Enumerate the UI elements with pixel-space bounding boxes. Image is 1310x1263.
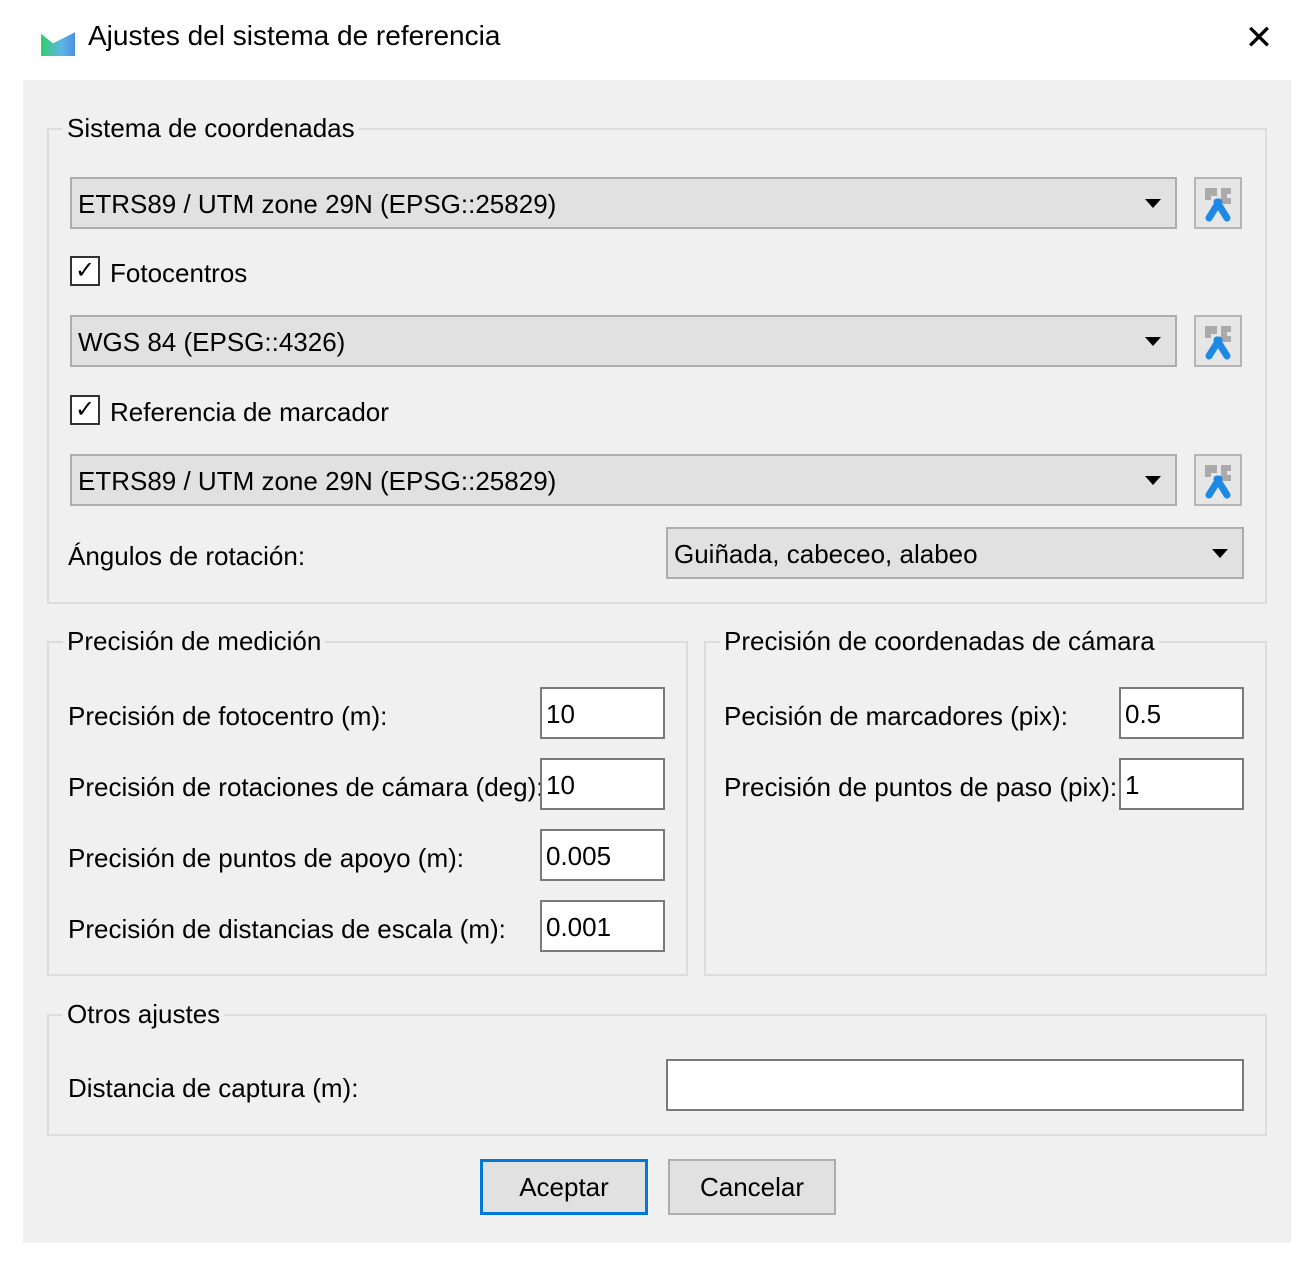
rotation-angles-dropdown[interactable]: Guiñada, cabeceo, alabeo <box>666 527 1244 579</box>
fotocentros-checkbox[interactable]: ✓ <box>70 256 100 286</box>
field-label: Precisión de fotocentro (m): <box>68 701 388 731</box>
capture-distance-label: Distancia de captura (m): <box>68 1073 359 1103</box>
window-title: Ajustes del sistema de referencia <box>88 20 501 51</box>
field-label: Precisión de rotaciones de cámara (deg): <box>68 772 544 802</box>
field-label: Precisión de distancias de escala (m): <box>68 914 506 944</box>
dropdown-value: ETRS89 / UTM zone 29N (EPSG::25829) <box>78 466 557 496</box>
rotation-angles-label: Ángulos de rotación: <box>68 541 306 571</box>
ground-control-precision-input[interactable]: 0.005 <box>540 829 665 881</box>
crs-settings-button[interactable] <box>1194 177 1242 229</box>
group-title: Otros ajustes <box>63 999 225 1030</box>
chevron-down-icon <box>1145 476 1161 485</box>
scale-distance-precision-input[interactable]: 0.001 <box>540 900 665 952</box>
field-label: Pecisión de marcadores (pix): <box>724 701 1068 731</box>
fotocentros-crs-dropdown[interactable]: WGS 84 (EPSG::4326) <box>70 315 1177 367</box>
fotocentros-label: Fotocentros <box>110 258 248 288</box>
group-title: Sistema de coordenadas <box>63 113 359 144</box>
marker-reference-label: Referencia de marcador <box>110 397 389 427</box>
marker-reference-checkbox[interactable]: ✓ <box>70 395 100 425</box>
dropdown-value: Guiñada, cabeceo, alabeo <box>674 539 978 569</box>
group-title: Precisión de medición <box>63 626 326 657</box>
tie-point-precision-input[interactable]: 1 <box>1119 758 1244 810</box>
marker-crs-dropdown[interactable]: ETRS89 / UTM zone 29N (EPSG::25829) <box>70 454 1177 506</box>
tools-icon <box>1205 188 1231 222</box>
dropdown-value: WGS 84 (EPSG::4326) <box>78 327 346 357</box>
marker-precision-input[interactable]: 0.5 <box>1119 687 1244 739</box>
cancel-button[interactable]: Cancelar <box>668 1159 836 1215</box>
camera-rotation-precision-input[interactable]: 10 <box>540 758 665 810</box>
chevron-down-icon <box>1145 337 1161 346</box>
close-icon[interactable]: ✕ <box>1242 18 1276 58</box>
capture-distance-input[interactable] <box>666 1059 1244 1111</box>
field-label: Precisión de puntos de paso (pix): <box>724 772 1118 802</box>
chevron-down-icon <box>1212 549 1228 558</box>
app-logo-icon <box>41 32 75 56</box>
group-title: Precisión de coordenadas de cámara <box>720 626 1159 657</box>
fotocentros-crs-settings-button[interactable] <box>1194 315 1242 367</box>
chevron-down-icon <box>1145 199 1161 208</box>
dropdown-value: ETRS89 / UTM zone 29N (EPSG::25829) <box>78 189 557 219</box>
field-label: Precisión de puntos de apoyo (m): <box>68 843 464 873</box>
tools-icon <box>1205 326 1231 360</box>
accept-button[interactable]: Aceptar <box>480 1159 648 1215</box>
photocenter-precision-input[interactable]: 10 <box>540 687 665 739</box>
main-crs-dropdown[interactable]: ETRS89 / UTM zone 29N (EPSG::25829) <box>70 177 1177 229</box>
marker-crs-settings-button[interactable] <box>1194 454 1242 506</box>
tools-icon <box>1205 465 1231 499</box>
